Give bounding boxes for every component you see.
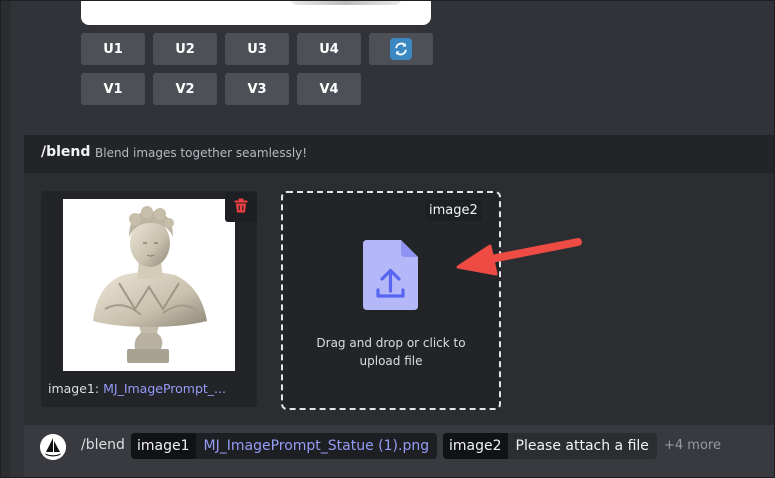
red-arrow-annotation xyxy=(456,238,582,276)
v2-button[interactable]: V2 xyxy=(153,73,217,105)
input-command: /blend xyxy=(81,437,125,453)
variation-button-row: V1 V2 V3 V4 xyxy=(81,73,361,105)
generated-image-grid[interactable] xyxy=(81,0,431,25)
u3-button[interactable]: U3 xyxy=(225,33,289,65)
v4-button[interactable]: V4 xyxy=(297,73,361,105)
upscale-button-row: U1 U2 U3 U4 xyxy=(81,33,433,65)
u4-button[interactable]: U4 xyxy=(297,33,361,65)
option-image1-chip[interactable]: image1 MJ_ImagePrompt_Statue (1).png xyxy=(131,433,438,459)
image-detail xyxy=(291,0,401,5)
image2-tag: image2 xyxy=(425,200,482,221)
option-image2-key: image2 xyxy=(443,433,508,459)
u1-button[interactable]: U1 xyxy=(81,33,145,65)
command-name: /blend xyxy=(41,144,91,160)
refresh-icon xyxy=(390,38,412,60)
option-image2-value: Please attach a file xyxy=(507,433,657,459)
delete-attachment-button[interactable] xyxy=(225,192,257,222)
dropzone-text-line2: upload file xyxy=(359,354,423,368)
midjourney-bot-avatar xyxy=(40,434,66,460)
u2-button[interactable]: U2 xyxy=(153,33,217,65)
image1-label: image1: xyxy=(48,381,100,396)
command-description: Blend images together seamlessly! xyxy=(95,146,308,160)
v1-button[interactable]: V1 xyxy=(81,73,145,105)
left-gutter xyxy=(0,0,11,478)
more-options-link[interactable]: +4 more xyxy=(664,438,721,453)
trash-icon xyxy=(234,198,248,217)
option-image2-chip[interactable]: image2 Please attach a file xyxy=(443,433,657,459)
image1-filename: MJ_ImagePrompt_... xyxy=(103,381,226,396)
option-image1-key: image1 xyxy=(131,433,196,459)
reroll-button[interactable] xyxy=(369,33,433,65)
image1-caption: image1: MJ_ImagePrompt_... xyxy=(48,381,253,396)
dropzone-text-line1: Drag and drop or click to xyxy=(316,336,466,350)
upload-file-icon xyxy=(363,240,418,310)
dropzone-instructions: Drag and drop or click to upload file xyxy=(281,334,501,370)
v3-button[interactable]: V3 xyxy=(225,73,289,105)
option-image1-value: MJ_ImagePrompt_Statue (1).png xyxy=(203,438,430,454)
statue-thumbnail xyxy=(63,199,235,371)
